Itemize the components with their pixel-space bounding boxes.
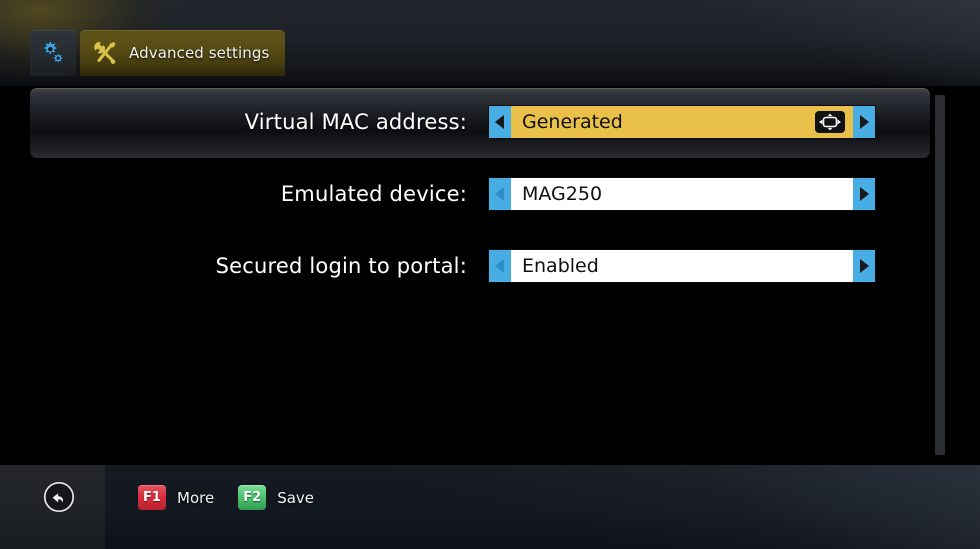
fkey-label-more: More (177, 488, 215, 507)
chevron-right-icon[interactable] (853, 178, 875, 210)
tab-advanced-settings-label: Advanced settings (129, 44, 270, 62)
setting-row-virtual-mac-address[interactable]: Virtual MAC address: Generated (0, 86, 980, 158)
setting-label-virtual-mac-address: Virtual MAC address: (244, 110, 467, 134)
fkey-hint-save[interactable]: F2 Save (238, 485, 314, 510)
spinner-value-text: Generated (522, 111, 623, 133)
spinner-value-virtual-mac-address[interactable]: Generated (511, 106, 853, 138)
fkey-cap-f2: F2 (238, 485, 267, 510)
settings-list: Virtual MAC address: Generated Emulated … (0, 86, 980, 455)
spinner-value-secured-login-to-portal[interactable]: Enabled (511, 250, 853, 282)
spinner-value-emulated-device[interactable]: MAG250 (511, 178, 853, 210)
gears-icon (39, 39, 67, 67)
fkey-hint-more[interactable]: F1 More (138, 485, 214, 510)
spinner-value-text: Enabled (522, 255, 599, 277)
chevron-right-icon[interactable] (853, 106, 875, 138)
setting-row-emulated-device[interactable]: Emulated device: MAG250 (0, 158, 980, 230)
settings-rows: Virtual MAC address: Generated Emulated … (0, 86, 980, 302)
fkey-label-save: Save (277, 488, 315, 507)
tab-bar: Advanced settings (0, 0, 286, 86)
function-key-hints: F1 More F2 Save (138, 485, 338, 510)
spinner-secured-login-to-portal[interactable]: Enabled (488, 249, 876, 283)
chevron-left-icon[interactable] (489, 178, 511, 210)
setting-label-emulated-device: Emulated device: (280, 182, 467, 206)
spinner-virtual-mac-address[interactable]: Generated (488, 105, 876, 139)
dpad-screen-icon (815, 111, 845, 133)
fkey-cap-f1: F1 (138, 485, 166, 510)
tab-advanced-settings[interactable]: Advanced settings (80, 30, 286, 76)
tab-system-settings[interactable] (30, 30, 76, 76)
setting-row-secured-login-to-portal[interactable]: Secured login to portal: Enabled (0, 230, 980, 302)
settings-screen: Advanced settings Virtual MAC address: G… (0, 0, 980, 549)
spinner-value-text: MAG250 (522, 183, 603, 205)
spinner-emulated-device[interactable]: MAG250 (488, 177, 876, 211)
vertical-scrollbar[interactable] (935, 95, 945, 455)
statusbar-divider (0, 455, 980, 465)
chevron-right-icon[interactable] (853, 250, 875, 282)
tools-icon (90, 38, 120, 68)
back-arrow-circle-icon[interactable] (43, 481, 75, 513)
setting-label-secured-login-to-portal: Secured login to portal: (215, 254, 467, 278)
chevron-left-icon[interactable] (489, 250, 511, 282)
chevron-left-icon[interactable] (489, 106, 511, 138)
